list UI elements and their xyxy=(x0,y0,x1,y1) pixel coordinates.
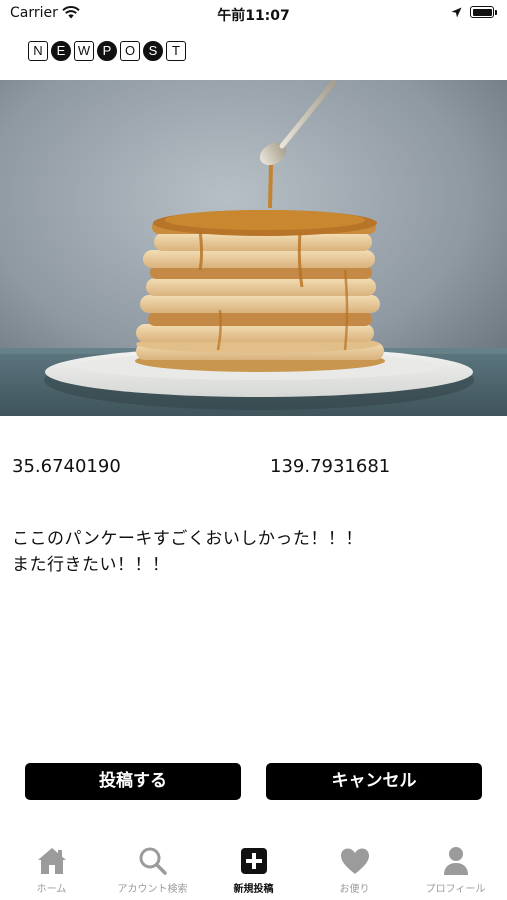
tab-letters[interactable]: お便り xyxy=(304,846,405,895)
title-letter: W xyxy=(74,41,94,61)
tab-label: アカウント検索 xyxy=(117,884,188,895)
location-arrow-icon xyxy=(451,7,462,18)
longitude-value: 139.7931681 xyxy=(270,456,391,477)
tab-account-search[interactable]: アカウント検索 xyxy=(102,846,203,895)
post-button[interactable]: 投稿する xyxy=(25,763,241,800)
title-letter: E xyxy=(51,41,71,61)
post-photo xyxy=(0,80,507,416)
battery-icon xyxy=(470,6,494,18)
title-letter: P xyxy=(97,41,117,61)
title-letter: T xyxy=(166,41,186,61)
cancel-button[interactable]: キャンセル xyxy=(266,763,482,800)
plus-square-icon xyxy=(240,848,267,874)
status-bar: Carrier 午前11:07 xyxy=(0,0,507,28)
tab-bar: ホーム アカウント検索 新規投稿 お便り プロフィール xyxy=(0,832,507,900)
tab-label: 新規投稿 xyxy=(233,884,274,895)
latitude-value: 35.6740190 xyxy=(12,456,121,477)
tab-home[interactable]: ホーム xyxy=(1,846,102,895)
tab-profile[interactable]: プロフィール xyxy=(405,846,506,895)
page-title: N E W P O S T xyxy=(28,41,186,61)
title-letter: S xyxy=(143,41,163,61)
clock: 午前11:07 xyxy=(217,8,290,24)
person-icon xyxy=(443,847,468,875)
tab-label: プロフィール xyxy=(425,884,486,895)
tab-label: ホーム xyxy=(36,884,67,895)
tab-label: お便り xyxy=(339,884,370,895)
search-icon xyxy=(139,847,167,875)
title-letter: N xyxy=(28,41,48,61)
heart-icon xyxy=(340,848,369,874)
title-letter: O xyxy=(120,41,140,61)
home-icon xyxy=(37,848,66,874)
tab-new-post[interactable]: 新規投稿 xyxy=(203,846,304,895)
post-comment[interactable]: ここのパンケーキすごくおいしかった！！！ また行きたい！！！ xyxy=(12,526,492,578)
